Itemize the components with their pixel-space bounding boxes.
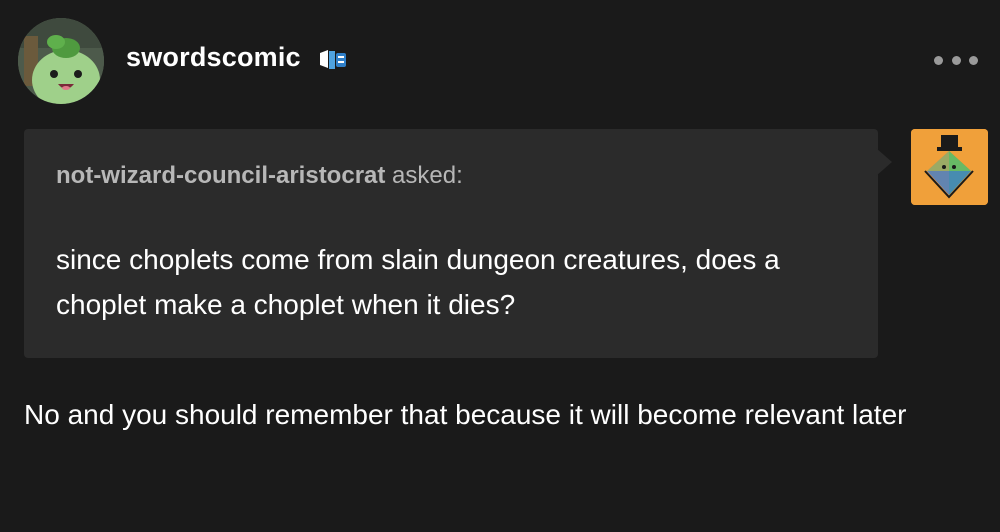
asker-name[interactable]: not-wizard-council-aristocrat (56, 162, 385, 189)
asker-line: not-wizard-council-aristocrat asked: (56, 162, 463, 190)
asker-avatar-image (911, 129, 988, 205)
more-dot-icon (969, 55, 978, 65)
blog-name[interactable]: swordscomic (126, 42, 301, 73)
asker-avatar[interactable] (911, 129, 988, 205)
ask-bubble-pointer (876, 148, 892, 176)
blog-avatar-image (18, 18, 104, 104)
question-text: since choplets come from slain dungeon c… (56, 244, 780, 320)
ask-bubble: not-wizard-council-aristocrat asked: sin… (24, 129, 878, 358)
answer-text: No and you should remember that because … (24, 399, 907, 430)
more-dot-icon (934, 55, 943, 65)
more-options-button[interactable] (934, 50, 978, 70)
blog-avatar[interactable] (18, 18, 104, 104)
asked-label: asked: (392, 162, 463, 189)
more-dot-icon (951, 55, 961, 65)
badge-icon (320, 50, 346, 69)
post-header: swordscomic (0, 0, 1000, 120)
